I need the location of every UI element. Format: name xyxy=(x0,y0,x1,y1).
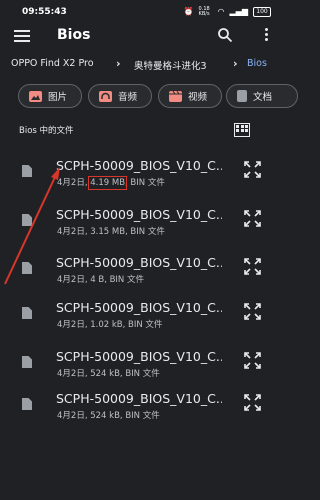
file-type: , BIN 文件 xyxy=(125,227,165,237)
alarm-icon: ⏰ xyxy=(183,7,194,16)
category-chips: 图片 音频 视频 文档 xyxy=(0,84,298,108)
file-meta: 4月2日, 4 B, BIN 文件 xyxy=(57,273,144,285)
breadcrumb-item-folder[interactable]: 奥特曼格斗进化3 xyxy=(134,58,207,72)
file-meta: 4月2日, 1.02 kB, BIN 文件 xyxy=(57,318,162,330)
file-size: 4.19 MB xyxy=(88,176,128,190)
file-name: SCPH-50009_BIOS_V10_C... xyxy=(56,255,222,270)
file-date: 4月2日, xyxy=(57,411,91,421)
expand-icon[interactable] xyxy=(244,303,261,320)
net-speed: 0.18 KB/s xyxy=(198,6,210,17)
chevron-right-icon: › xyxy=(116,57,121,70)
list-item[interactable]: SCPH-50009_BIOS_V10_C... 4月2日, 524 kB, B… xyxy=(0,347,281,391)
grid-view-icon[interactable] xyxy=(234,123,250,137)
list-item[interactable]: SCPH-50009_BIOS_V10_C... 4月2日, 1.02 kB, … xyxy=(0,298,281,342)
file-meta: 4月2日, 3.15 MB, BIN 文件 xyxy=(57,225,165,237)
file-name: SCPH-50009_BIOS_V10_C... xyxy=(56,207,222,222)
expand-icon[interactable] xyxy=(244,210,261,227)
file-type: , BIN 文件 xyxy=(122,320,163,330)
list-item[interactable]: SCPH-50009_BIOS_V10_C... 4月2日, 524 kB, B… xyxy=(0,389,281,433)
file-size: 3.15 MB xyxy=(90,227,126,237)
file-date: 4月2日, xyxy=(57,275,91,285)
chip-audio[interactable]: 音频 xyxy=(88,84,152,108)
wifi-icon: ◠ xyxy=(217,7,225,16)
file-meta: 4月2日, 4.19 MB, BIN 文件 xyxy=(57,176,165,190)
breadcrumb: OPPO Find X2 Pro › 奥特曼格斗进化3 › Bios xyxy=(0,57,281,74)
file-icon xyxy=(22,262,32,274)
chip-video[interactable]: 视频 xyxy=(158,84,222,108)
headphones-icon xyxy=(99,90,112,102)
file-date: 4月2日, xyxy=(57,320,91,330)
document-icon xyxy=(237,90,247,102)
file-meta: 4月2日, 524 kB, BIN 文件 xyxy=(57,409,160,421)
status-icons: ⏰ 0.18 KB/s ◠ ▂▄▆ 100 xyxy=(184,7,271,17)
list-item[interactable]: SCPH-50009_BIOS_V10_C... 4月2日, 4.19 MB, … xyxy=(0,156,281,200)
list-item[interactable]: SCPH-50009_BIOS_V10_C... 4月2日, 3.15 MB, … xyxy=(0,205,281,249)
file-type: , BIN 文件 xyxy=(119,369,160,379)
page-title: Bios xyxy=(57,27,91,43)
chip-label: 图片 xyxy=(48,92,68,103)
file-size: 524 kB xyxy=(90,369,120,379)
chip-label: 视频 xyxy=(188,92,208,103)
chevron-right-icon: › xyxy=(233,57,238,70)
file-date: 4月2日, xyxy=(57,227,91,237)
movie-icon xyxy=(169,90,182,102)
expand-icon[interactable] xyxy=(244,352,261,369)
chip-label: 文档 xyxy=(253,92,273,103)
file-icon xyxy=(22,307,32,319)
file-name: SCPH-50009_BIOS_V10_C... xyxy=(56,391,222,406)
expand-icon[interactable] xyxy=(244,258,261,275)
file-icon xyxy=(22,165,32,177)
search-icon[interactable] xyxy=(217,27,233,43)
file-type: , BIN 文件 xyxy=(104,275,144,285)
chip-label: 音频 xyxy=(118,92,138,103)
chip-images[interactable]: 图片 xyxy=(18,84,82,108)
file-icon xyxy=(22,398,32,410)
status-bar: 09:55:43 ⏰ 0.18 KB/s ◠ ▂▄▆ 100 xyxy=(0,0,281,24)
breadcrumb-item-device[interactable]: OPPO Find X2 Pro xyxy=(11,58,94,69)
file-size: 4 B xyxy=(90,275,105,285)
file-date: 4月2日, xyxy=(57,369,91,379)
list-item[interactable]: SCPH-50009_BIOS_V10_C... 4月2日, 4 B, BIN … xyxy=(0,253,281,297)
expand-icon[interactable] xyxy=(244,161,261,178)
section-title: Bios 中的文件 xyxy=(19,126,74,136)
app-bar: Bios xyxy=(0,24,281,48)
file-size: 1.02 kB xyxy=(90,320,123,330)
chip-documents[interactable]: 文档 xyxy=(226,84,298,108)
expand-icon[interactable] xyxy=(244,394,261,411)
file-name: SCPH-50009_BIOS_V10_C... xyxy=(56,158,222,173)
file-type: , BIN 文件 xyxy=(125,178,165,188)
battery-icon: 100 xyxy=(253,7,271,17)
more-vert-icon[interactable] xyxy=(263,28,269,44)
file-name: SCPH-50009_BIOS_V10_C... xyxy=(56,300,222,315)
file-name: SCPH-50009_BIOS_V10_C... xyxy=(56,349,222,364)
file-icon xyxy=(22,356,32,368)
file-icon xyxy=(22,214,32,226)
breadcrumb-item-current[interactable]: Bios xyxy=(247,58,267,69)
file-date: 4月2日, xyxy=(57,178,91,188)
file-type: , BIN 文件 xyxy=(119,411,160,421)
signal-icon: ▂▄▆ xyxy=(229,7,248,16)
status-time: 09:55:43 xyxy=(22,7,67,17)
image-icon xyxy=(29,90,42,102)
file-size: 524 kB xyxy=(90,411,120,421)
menu-icon[interactable] xyxy=(14,30,30,42)
file-meta: 4月2日, 524 kB, BIN 文件 xyxy=(57,367,160,379)
